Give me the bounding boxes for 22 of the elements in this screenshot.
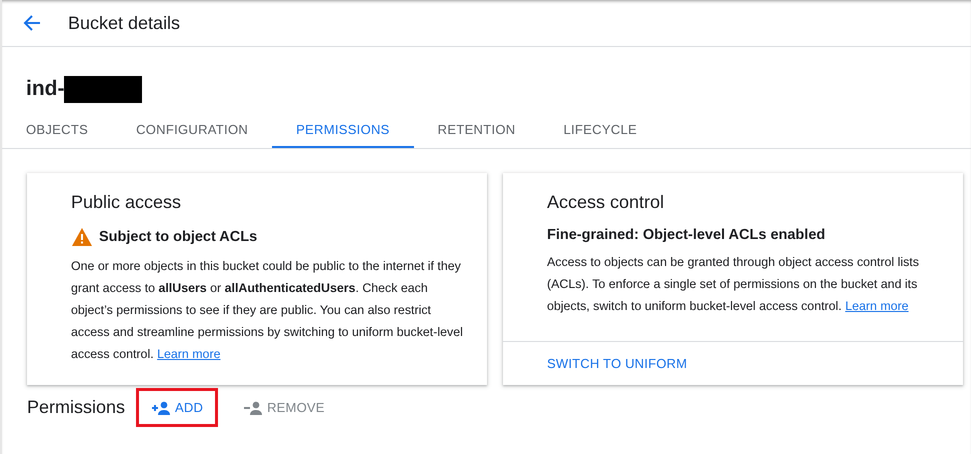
description-text: One or more objects in this bucket could be public to the internet if they grant access to allUsers or allAuthenticatedUsers. Check each object’s permissions to see if they are public. You can also restrict access and streamline permissions by switching to uniform bucket-level access control. Learn more bbox=[71, 258, 464, 363]
section-title: Permissions bbox=[27, 397, 126, 418]
person-minus-icon bbox=[243, 400, 264, 414]
bucket-name: ind- bbox=[26, 77, 64, 101]
tab[interactable]: OBJECTS bbox=[2, 113, 112, 148]
card-title: Public access bbox=[71, 192, 182, 213]
tab[interactable]: PERMISSIONS bbox=[272, 113, 414, 148]
status-heading: Subject to object ACLs bbox=[99, 229, 258, 245]
learn-more-link[interactable]: Learn more bbox=[157, 347, 220, 361]
add-button[interactable]: ADD bbox=[147, 396, 208, 419]
switch-to-uniform-button[interactable]: SWITCH TO UNIFORM bbox=[547, 356, 688, 371]
status-heading: Fine-grained: Object-level ACLs enabled bbox=[547, 227, 826, 243]
description-text: Access to objects can be granted through object access control lists (ACLs). To enforce a single set of permissions on the bucket and its objects, switch to uniform bucket-level access control. Learn more bbox=[547, 254, 920, 315]
person-plus-icon bbox=[151, 400, 172, 414]
back-arrow-icon[interactable] bbox=[22, 13, 42, 33]
tab[interactable]: CONFIGURATION bbox=[112, 113, 272, 148]
warning-icon bbox=[71, 227, 93, 247]
tab[interactable]: RETENTION bbox=[414, 113, 540, 148]
learn-more-link[interactable]: Learn more bbox=[845, 299, 909, 313]
card-title: Access control bbox=[547, 192, 666, 213]
page-title: Bucket details bbox=[68, 12, 180, 34]
tab[interactable]: LIFECYCLE bbox=[539, 113, 661, 148]
